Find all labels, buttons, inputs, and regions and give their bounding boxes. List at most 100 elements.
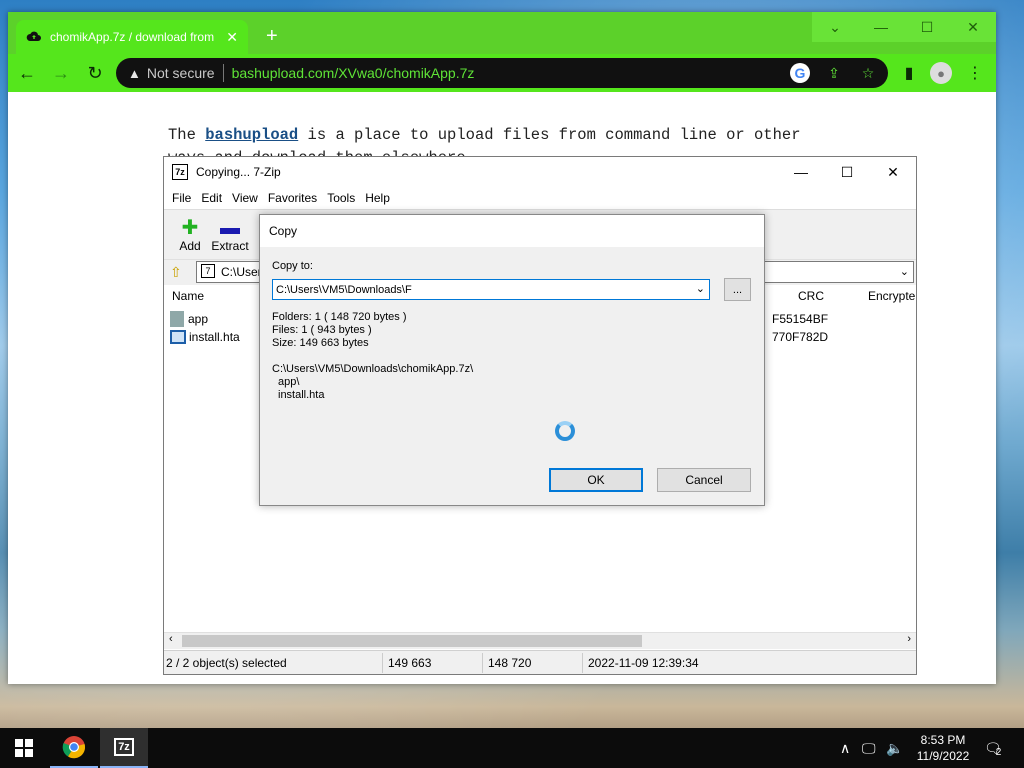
file-name: app [188, 312, 209, 326]
menu-favorites[interactable]: Favorites [263, 191, 322, 205]
clock-date: 11/9/2022 [916, 749, 970, 763]
page-text-post: is a place to upload files from command … [298, 126, 801, 144]
menu-file[interactable]: File [167, 191, 196, 205]
menu-view[interactable]: View [227, 191, 263, 205]
column-name[interactable]: Name [172, 289, 204, 303]
status-packed: 148 720 [488, 656, 532, 670]
menu-edit[interactable]: Edit [196, 191, 227, 205]
divider [582, 653, 583, 673]
warning-icon: ▲ [128, 65, 141, 81]
copy-to-label: Copy to: [272, 260, 313, 272]
address-bar[interactable]: ▲ Not secure bashupload.com/XVwa0/chomik… [116, 58, 888, 88]
7zip-app-icon: 7z [172, 164, 188, 180]
share-icon[interactable]: ⇪ [824, 63, 844, 83]
add-label: Add [179, 238, 201, 253]
chevron-down-icon[interactable]: ⌄ [696, 282, 705, 295]
file-crc: F55154BF [772, 312, 829, 326]
divider [382, 653, 383, 673]
page-text: The bashupload is a place to upload file… [168, 126, 801, 144]
source-item-app: app\ [278, 376, 300, 388]
folders-info: Folders: 1 ( 148 720 bytes ) [272, 311, 407, 323]
extract-label: Extract [211, 238, 249, 253]
chrome-taskbar-icon[interactable] [50, 728, 98, 768]
tab-close-icon[interactable]: ✕ [226, 29, 238, 46]
7zip-close-button[interactable]: ✕ [870, 157, 916, 187]
new-tab-button[interactable]: + [266, 26, 278, 46]
source-path: C:\Users\VM5\Downloads\chomikApp.7z\ [272, 363, 474, 375]
file-name: install.hta [189, 330, 240, 344]
browser-tab[interactable]: chomikApp.7z / download from ✕ [16, 20, 248, 54]
maximize-button[interactable]: ☐ [904, 12, 950, 42]
chevron-up-icon[interactable]: ∧ [840, 728, 850, 768]
scrollbar-thumb[interactable] [182, 635, 642, 647]
divider [222, 64, 224, 82]
sidebar-icon[interactable]: ▮ [898, 62, 920, 84]
chevron-down-icon[interactable]: ⌄ [900, 265, 909, 278]
page-text-pre: The [168, 126, 206, 144]
divider [482, 653, 483, 673]
7zip-maximize-button[interactable]: ☐ [824, 157, 870, 187]
bashupload-link[interactable]: bashupload [205, 126, 298, 144]
7zip-minimize-button[interactable]: — [778, 157, 824, 187]
star-icon[interactable]: ☆ [858, 63, 878, 83]
file-crc: 770F782D [772, 330, 829, 344]
scroll-left-icon[interactable]: ‹ [169, 633, 173, 645]
7zip-menubar: File Edit View Favorites Tools Help [164, 187, 916, 209]
folder-up-icon[interactable]: ⇧ [170, 264, 182, 281]
menu-kebab-icon[interactable]: ⋮ [964, 62, 986, 84]
minimize-button[interactable]: — [858, 12, 904, 42]
archive-icon: 7 [201, 264, 215, 278]
cloud-upload-icon [26, 29, 42, 45]
forward-arrow-icon[interactable]: → [46, 58, 76, 88]
notification-count: 2 [995, 746, 1002, 758]
google-icon[interactable]: G [790, 63, 810, 83]
copy-dialog: Copy Copy to: C:\Users\VM5\Downloads\F ⌄… [259, 214, 765, 506]
status-bar: 2 / 2 object(s) selected 149 663 148 720… [164, 650, 916, 674]
folder-icon [170, 311, 184, 327]
omnibox-icons: G ⇪ ☆ [790, 63, 878, 83]
not-secure-label[interactable]: Not secure [147, 65, 215, 81]
extract-button[interactable]: ▬ Extract [210, 210, 250, 259]
reload-icon[interactable]: ↻ [80, 58, 110, 88]
scroll-right-icon[interactable]: › [907, 633, 911, 645]
column-crc[interactable]: CRC [798, 289, 824, 303]
status-selected: 2 / 2 object(s) selected [166, 656, 287, 670]
tab-title: chomikApp.7z / download from [50, 30, 215, 44]
copy-to-path: C:\Users\VM5\Downloads\F [276, 283, 412, 296]
plus-icon: ✚ [181, 216, 199, 239]
menu-help[interactable]: Help [360, 191, 395, 205]
network-icon[interactable]: 🖵 [862, 728, 876, 768]
tab-search-icon[interactable]: ⌄ [812, 12, 858, 42]
close-button[interactable]: ✕ [950, 12, 996, 42]
ok-button[interactable]: OK [549, 468, 643, 492]
7zip-logo-icon: 7z [114, 738, 134, 756]
url-domain: bashupload.com [231, 65, 335, 81]
profile-avatar-icon[interactable]: ● [930, 62, 952, 84]
browse-button[interactable]: ... [724, 278, 751, 301]
volume-icon[interactable]: 🔈 [886, 728, 903, 768]
clock-time: 8:53 PM [920, 733, 966, 747]
7zip-title: Copying... 7-Zip [196, 165, 281, 179]
status-size: 149 663 [388, 656, 432, 670]
dialog-title: Copy [260, 215, 764, 247]
7zip-taskbar-icon[interactable]: 7z [100, 728, 148, 768]
hta-file-icon [170, 330, 186, 344]
files-info: Files: 1 ( 943 bytes ) [272, 324, 372, 336]
horizontal-scrollbar[interactable]: ‹ › [164, 632, 916, 649]
cancel-button[interactable]: Cancel [657, 468, 751, 492]
taskbar: 7z ∧ 🖵 🔈 8:53 PM 11/9/2022 🗨 2 [0, 728, 1024, 768]
windows-start-icon[interactable] [0, 728, 48, 768]
back-arrow-icon[interactable]: ← [12, 58, 42, 88]
loading-spinner-icon [555, 421, 575, 441]
menu-tools[interactable]: Tools [322, 191, 360, 205]
notifications-icon[interactable]: 🗨 2 [984, 728, 1002, 768]
clock[interactable]: 8:53 PM 11/9/2022 [912, 732, 974, 764]
minus-icon: ▬ [220, 216, 240, 239]
url-path: /XVwa0/chomikApp.7z [334, 65, 475, 81]
column-encrypted[interactable]: Encrypte [868, 289, 915, 303]
source-item-install: install.hta [278, 389, 325, 401]
browser-toolbar: ← → ↻ ▲ Not secure bashupload.com/XVwa0/… [8, 54, 996, 92]
status-date: 2022-11-09 12:39:34 [588, 656, 699, 670]
add-button[interactable]: ✚ Add [170, 210, 210, 259]
copy-to-path-combo[interactable]: C:\Users\VM5\Downloads\F ⌄ [272, 279, 710, 300]
